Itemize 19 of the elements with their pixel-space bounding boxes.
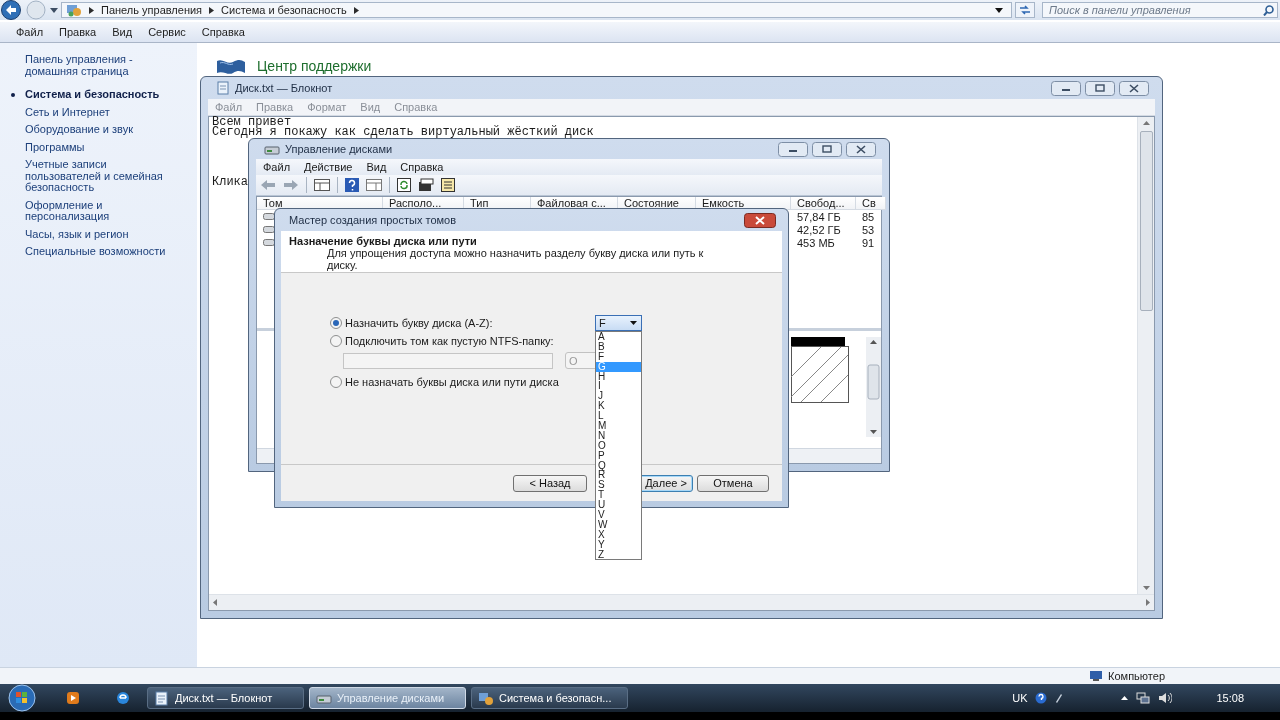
option-label: Назначить букву диска (A-Z): [345,317,494,329]
table-cell-text: 85 [861,210,876,223]
table-cell-text: 91 [861,236,876,249]
text-line: Сегодня я покажу как сделать виртуальный жёсткий диск [212,127,594,137]
window-title: Диск.txt — Блокнот [235,82,334,94]
table-cell-text: 53 [861,223,876,236]
option-label: Подключить том как пустую NTFS-папку: [345,335,554,347]
text-line: Клика [212,177,248,187]
wizard-heading: Назначение буквы диска или пути [289,235,478,247]
table-cell-text: 42,52 ГБ [796,223,842,236]
wizard-description: Для упрощения доступа можно назначить разделу букву диска или путь к диску. [327,247,705,271]
option-label: Не назначать буквы диска или пути диска [345,376,559,388]
section-heading: Центр поддержки [257,58,372,74]
window-title: Мастер создания простых томов [289,214,458,226]
window-title: Управление дисками [285,143,394,155]
status-text: Компьютер [1108,670,1165,682]
table-cell-text: 453 МБ [796,236,836,249]
table-cell-text: 57,84 ГБ [796,210,842,223]
text-line: Всем привет [212,117,292,127]
